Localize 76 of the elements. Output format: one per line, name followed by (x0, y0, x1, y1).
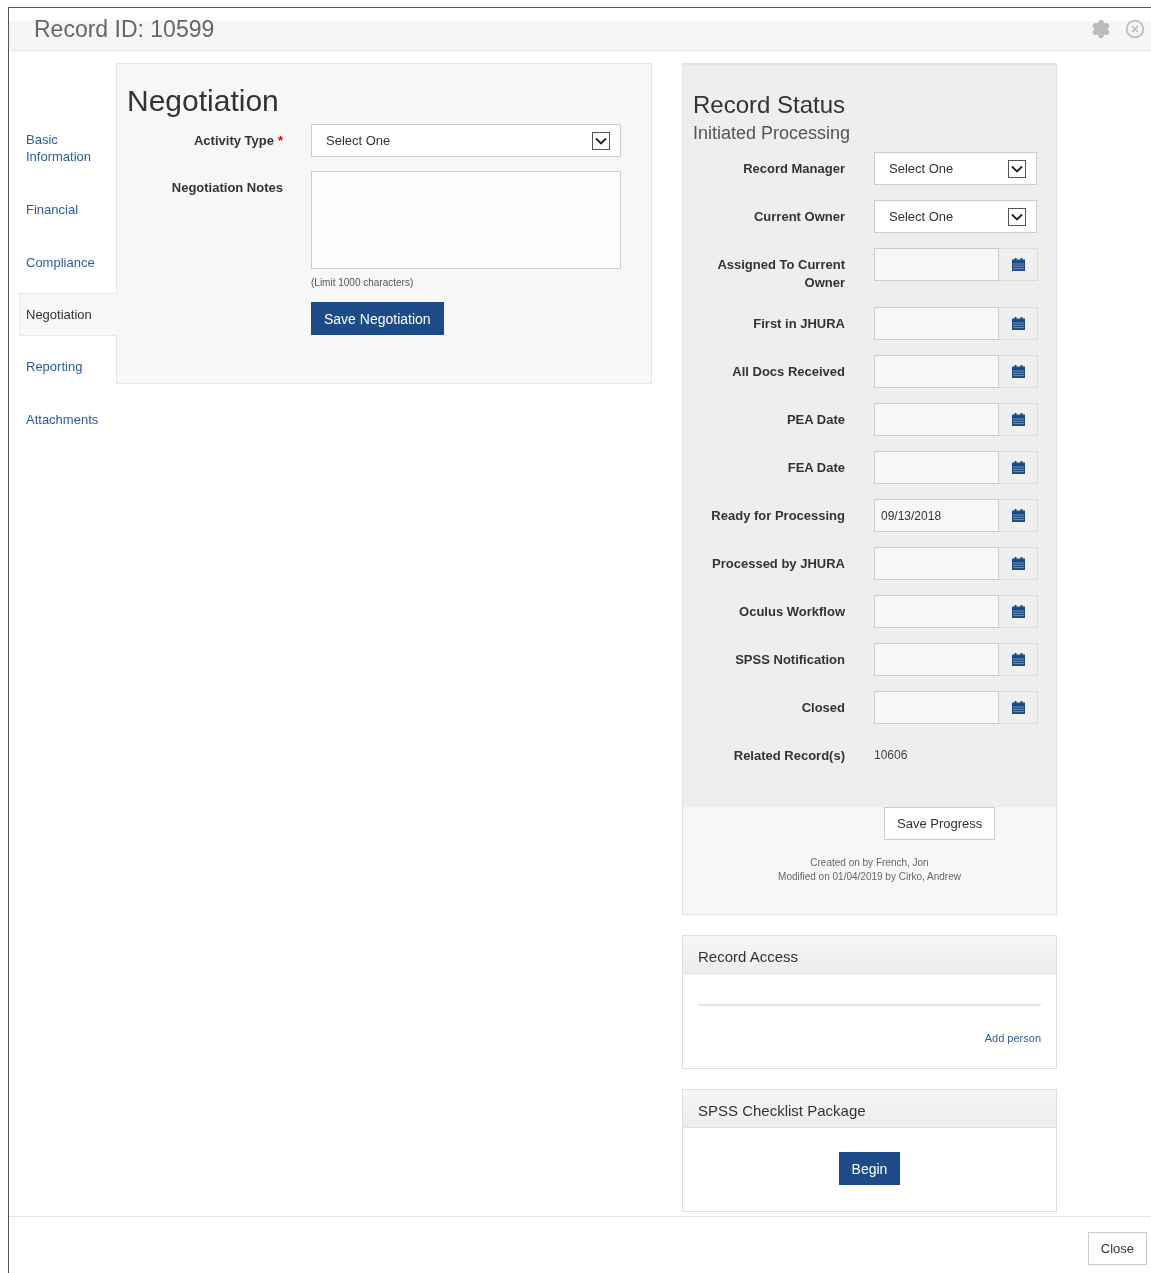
calendar-button[interactable] (999, 691, 1038, 724)
field-label: Oculus Workflow (738, 603, 845, 621)
field-label: SPSS Notification (734, 651, 845, 669)
select-field[interactable]: Select One (311, 124, 621, 157)
calendar-icon (1011, 605, 1025, 618)
begin-button[interactable]: Begin (838, 1152, 901, 1185)
calendar-button[interactable] (999, 595, 1038, 628)
field-label: Closed (800, 699, 845, 717)
date-field[interactable] (874, 355, 999, 388)
field-label: First in JHURA (752, 315, 845, 333)
calendar-button[interactable] (999, 643, 1038, 676)
calendar-icon (1011, 461, 1025, 474)
field-label: Current Owner (753, 208, 845, 226)
field-label: Related Record(s) (732, 747, 845, 765)
calendar-icon (1011, 509, 1025, 522)
nav-tab[interactable]: Negotiation (19, 293, 117, 336)
calendar-button[interactable] (999, 499, 1038, 532)
field-value: 10606 (874, 747, 908, 764)
nav-tab[interactable]: Reporting (19, 349, 116, 384)
created-text: Created on by French, Jon (809, 856, 930, 870)
calendar-button[interactable] (999, 403, 1038, 436)
close-button[interactable]: Close (1087, 1232, 1147, 1265)
select-field[interactable]: Select One (874, 152, 1037, 185)
calendar-button[interactable] (999, 355, 1038, 388)
date-field[interactable] (874, 248, 999, 281)
save-button[interactable]: Save Progress (884, 807, 996, 840)
date-field[interactable] (874, 547, 999, 580)
nav-tab[interactable]: Compliance (19, 245, 116, 280)
calendar-button[interactable] (999, 451, 1038, 484)
required-mark: * (277, 133, 283, 148)
field-label: PEA Date (785, 411, 845, 429)
chevron-down-icon (1008, 207, 1026, 226)
nav-tab[interactable]: Attachments (19, 402, 116, 437)
date-field[interactable] (874, 403, 999, 436)
add-person-link[interactable]: Add person (984, 1032, 1041, 1044)
date-field[interactable] (874, 451, 999, 484)
nav-tab[interactable]: Basic Information (19, 122, 116, 174)
settings-icon[interactable] (1091, 19, 1111, 39)
field-label: Activity Type (194, 133, 274, 148)
save-button[interactable]: Save Negotiation (311, 302, 444, 335)
section-title: Record Status (693, 91, 847, 119)
field-label: Negotiation Notes (170, 179, 283, 197)
field-label: Ready for Processing (710, 507, 845, 525)
field-label: Assigned To Current Owner (716, 256, 845, 292)
card-header: Record Access (683, 936, 1056, 974)
calendar-icon (1011, 258, 1025, 271)
field-label: FEA Date (786, 459, 845, 477)
calendar-icon (1011, 413, 1025, 426)
date-field[interactable] (874, 643, 999, 676)
date-field[interactable] (874, 691, 999, 724)
calendar-button[interactable] (999, 307, 1038, 340)
window-title: Record ID: 10599 (34, 15, 215, 43)
field-label: Processed by JHURA (711, 555, 845, 573)
calendar-button[interactable] (999, 547, 1038, 580)
calendar-icon (1011, 317, 1025, 330)
calendar-icon (1011, 557, 1025, 570)
field-hint: (Limit 1000 characters) (311, 277, 415, 288)
date-field[interactable]: 09/13/2018 (874, 499, 999, 532)
chevron-down-icon (592, 131, 610, 150)
select-field[interactable]: Select One (874, 200, 1037, 233)
close-icon[interactable] (1125, 19, 1145, 39)
calendar-icon (1011, 653, 1025, 666)
card-header: SPSS Checklist Package (683, 1090, 1056, 1128)
date-field[interactable] (874, 595, 999, 628)
modified-text: Modified on 01/04/2019 by Cirko, Andrew (778, 870, 961, 884)
nav-tab[interactable]: Financial (19, 192, 116, 227)
calendar-icon (1011, 701, 1025, 714)
section-title: Negotiation (127, 84, 280, 118)
notes-field[interactable] (311, 171, 621, 269)
field-label: All Docs Received (731, 363, 845, 381)
calendar-button[interactable] (999, 248, 1038, 281)
chevron-down-icon (1008, 159, 1026, 178)
field-label: Record Manager (742, 160, 845, 178)
date-field[interactable] (874, 307, 999, 340)
calendar-icon (1011, 365, 1025, 378)
status-text: Initiated Processing (693, 123, 852, 144)
